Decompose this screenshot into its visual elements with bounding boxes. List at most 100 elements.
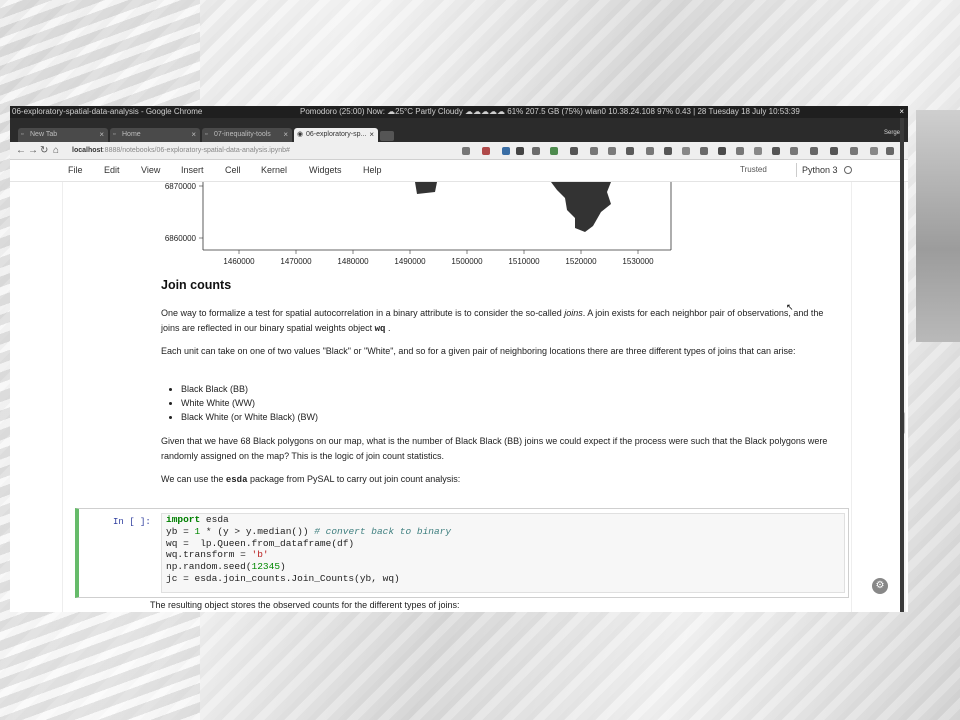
window-edge	[900, 118, 904, 612]
code-line: wq = lp.Queen.from_dataframe(df)	[166, 537, 355, 549]
emphasis-text: joins	[564, 308, 583, 318]
url-field[interactable]: localhost:8888/notebooks/06-exploratory-…	[72, 145, 290, 157]
tab-label: 07-inequality-tools	[214, 131, 271, 138]
extension-icon[interactable]	[608, 147, 616, 155]
browser-window: ▫ New Tab × ▫ Home × ▫ 07-inequality-too…	[10, 118, 908, 612]
x-tick-label: 1490000	[394, 257, 426, 266]
extension-icon[interactable]	[810, 147, 818, 155]
page-icon: ▫	[21, 131, 24, 138]
extension-icon[interactable]	[646, 147, 654, 155]
extension-icon[interactable]	[790, 147, 798, 155]
y-axis-ticks: 6870000 6860000	[165, 182, 203, 243]
code-cell[interactable]: In [ ]: import esda yb = 1 * (y > y.medi…	[75, 508, 849, 598]
paragraph-text: Each unit can take on one of two values …	[161, 346, 796, 356]
window-close-button[interactable]: ×	[899, 106, 904, 118]
extension-icon[interactable]	[736, 147, 744, 155]
close-icon[interactable]: ×	[369, 128, 374, 142]
profile-name[interactable]: Serge	[884, 130, 900, 136]
system-status-bar: 06-exploratory-spatial-data-analysis - G…	[10, 106, 908, 118]
notebook-menubar: File Edit View Insert Cell Kernel Widget…	[10, 160, 908, 182]
input-prompt: In [ ]:	[113, 517, 151, 527]
x-axis-ticks: 1460000 1470000 1480000 1490000 1500000 15100…	[223, 250, 654, 266]
paragraph-text: One way to formalize a test for spatial …	[161, 308, 565, 318]
menu-edit[interactable]: Edit	[104, 165, 120, 175]
paragraph-text: package from PySAL to carry out join cou…	[247, 474, 461, 484]
menu-view[interactable]: View	[141, 165, 160, 175]
back-icon[interactable]: ←	[16, 144, 26, 158]
home-icon[interactable]: ⌂	[53, 144, 59, 158]
list-item: Black White (or White Black) (BW)	[181, 410, 831, 424]
map-polygon	[415, 182, 437, 194]
code-line: import esda	[166, 514, 229, 525]
markdown-paragraph: We can use the esda package from PySAL t…	[161, 472, 831, 488]
x-tick-label: 1480000	[337, 257, 369, 266]
page-icon: ▫	[205, 131, 208, 138]
tab-home[interactable]: ▫ Home ×	[110, 128, 200, 142]
extension-icon[interactable]	[754, 147, 762, 155]
list-item: Black Black (BB)	[181, 382, 831, 396]
extension-icon[interactable]	[590, 147, 598, 155]
trusted-indicator[interactable]: Trusted	[740, 165, 767, 174]
address-bar: ← → ↻ ⌂ localhost:8888/notebooks/06-expl…	[10, 142, 908, 160]
new-tab-button[interactable]	[380, 131, 394, 141]
close-icon[interactable]: ×	[99, 128, 104, 142]
search-icon[interactable]	[462, 147, 470, 155]
extension-icon[interactable]	[502, 147, 510, 155]
paragraph-text: Given that we have 68 Black polygons on …	[161, 436, 828, 461]
code-line: yb = 1 * (y > y.median()) # convert back…	[166, 525, 452, 537]
markdown-paragraph: Each unit can take on one of two values …	[161, 344, 831, 359]
tab-label: New Tab	[30, 131, 58, 138]
section-heading: Join counts	[161, 278, 232, 292]
y-tick-label: 6870000	[165, 182, 197, 191]
extension-icon[interactable]	[870, 147, 878, 155]
extension-icon[interactable]	[718, 147, 726, 155]
tab-label: Home	[122, 131, 141, 138]
url-host: localhost	[72, 147, 103, 154]
forward-icon[interactable]: →	[28, 144, 38, 158]
reload-icon[interactable]: ↻	[40, 144, 48, 158]
inline-code: wq	[374, 324, 386, 334]
extension-icon[interactable]	[550, 147, 558, 155]
extension-icon[interactable]	[516, 147, 524, 155]
markdown-paragraph: Given that we have 68 Black polygons on …	[161, 434, 831, 464]
menu-cell[interactable]: Cell	[225, 165, 241, 175]
code-editor[interactable]: import esda yb = 1 * (y > y.median()) # …	[161, 513, 845, 593]
inline-code: esda	[225, 475, 248, 485]
tab-exploratory-spatial[interactable]: ◉ 06-exploratory-sp... ×	[294, 128, 378, 142]
menu-insert[interactable]: Insert	[181, 165, 204, 175]
extension-icon[interactable]	[570, 147, 578, 155]
extension-icon[interactable]	[664, 147, 672, 155]
menu-help[interactable]: Help	[363, 165, 382, 175]
settings-icon[interactable]: ⚙	[872, 578, 888, 594]
extension-icon[interactable]	[626, 147, 634, 155]
menu-kernel[interactable]: Kernel	[261, 165, 287, 175]
extension-icon[interactable]	[700, 147, 708, 155]
close-icon[interactable]: ×	[283, 128, 288, 142]
system-status-text: Pomodoro (25:00) Now: ☁25°C Partly Cloud…	[300, 107, 800, 116]
x-tick-label: 1460000	[223, 257, 255, 266]
extension-icon[interactable]	[772, 147, 780, 155]
x-tick-label: 1500000	[451, 257, 483, 266]
markdown-paragraph: One way to formalize a test for spatial …	[161, 306, 831, 337]
menu-widgets[interactable]: Widgets	[309, 165, 342, 175]
x-tick-label: 1470000	[280, 257, 312, 266]
menu-icon[interactable]	[886, 147, 894, 155]
extension-icon[interactable]	[532, 147, 540, 155]
x-tick-label: 1530000	[622, 257, 654, 266]
window-title: 06-exploratory-spatial-data-analysis - G…	[12, 107, 203, 116]
extension-icon[interactable]	[482, 147, 490, 155]
tab-strip: ▫ New Tab × ▫ Home × ▫ 07-inequality-too…	[10, 118, 908, 142]
kernel-name[interactable]: Python 3	[802, 165, 838, 175]
extension-icon[interactable]	[682, 147, 690, 155]
page-icon: ▫	[113, 131, 116, 138]
menu-file[interactable]: File	[68, 165, 83, 175]
markdown-heading-cell: Join counts	[161, 278, 831, 293]
kernel-status-icon	[844, 166, 852, 174]
url-path: :8888/notebooks/06-exploratory-spatial-d…	[102, 147, 290, 154]
code-line: jc = esda.join_counts.Join_Counts(yb, wq…	[166, 572, 400, 584]
extension-icon[interactable]	[850, 147, 858, 155]
tab-inequality-tools[interactable]: ▫ 07-inequality-tools ×	[202, 128, 292, 142]
tab-new-tab[interactable]: ▫ New Tab ×	[18, 128, 108, 142]
extension-icon[interactable]	[830, 147, 838, 155]
close-icon[interactable]: ×	[191, 128, 196, 142]
